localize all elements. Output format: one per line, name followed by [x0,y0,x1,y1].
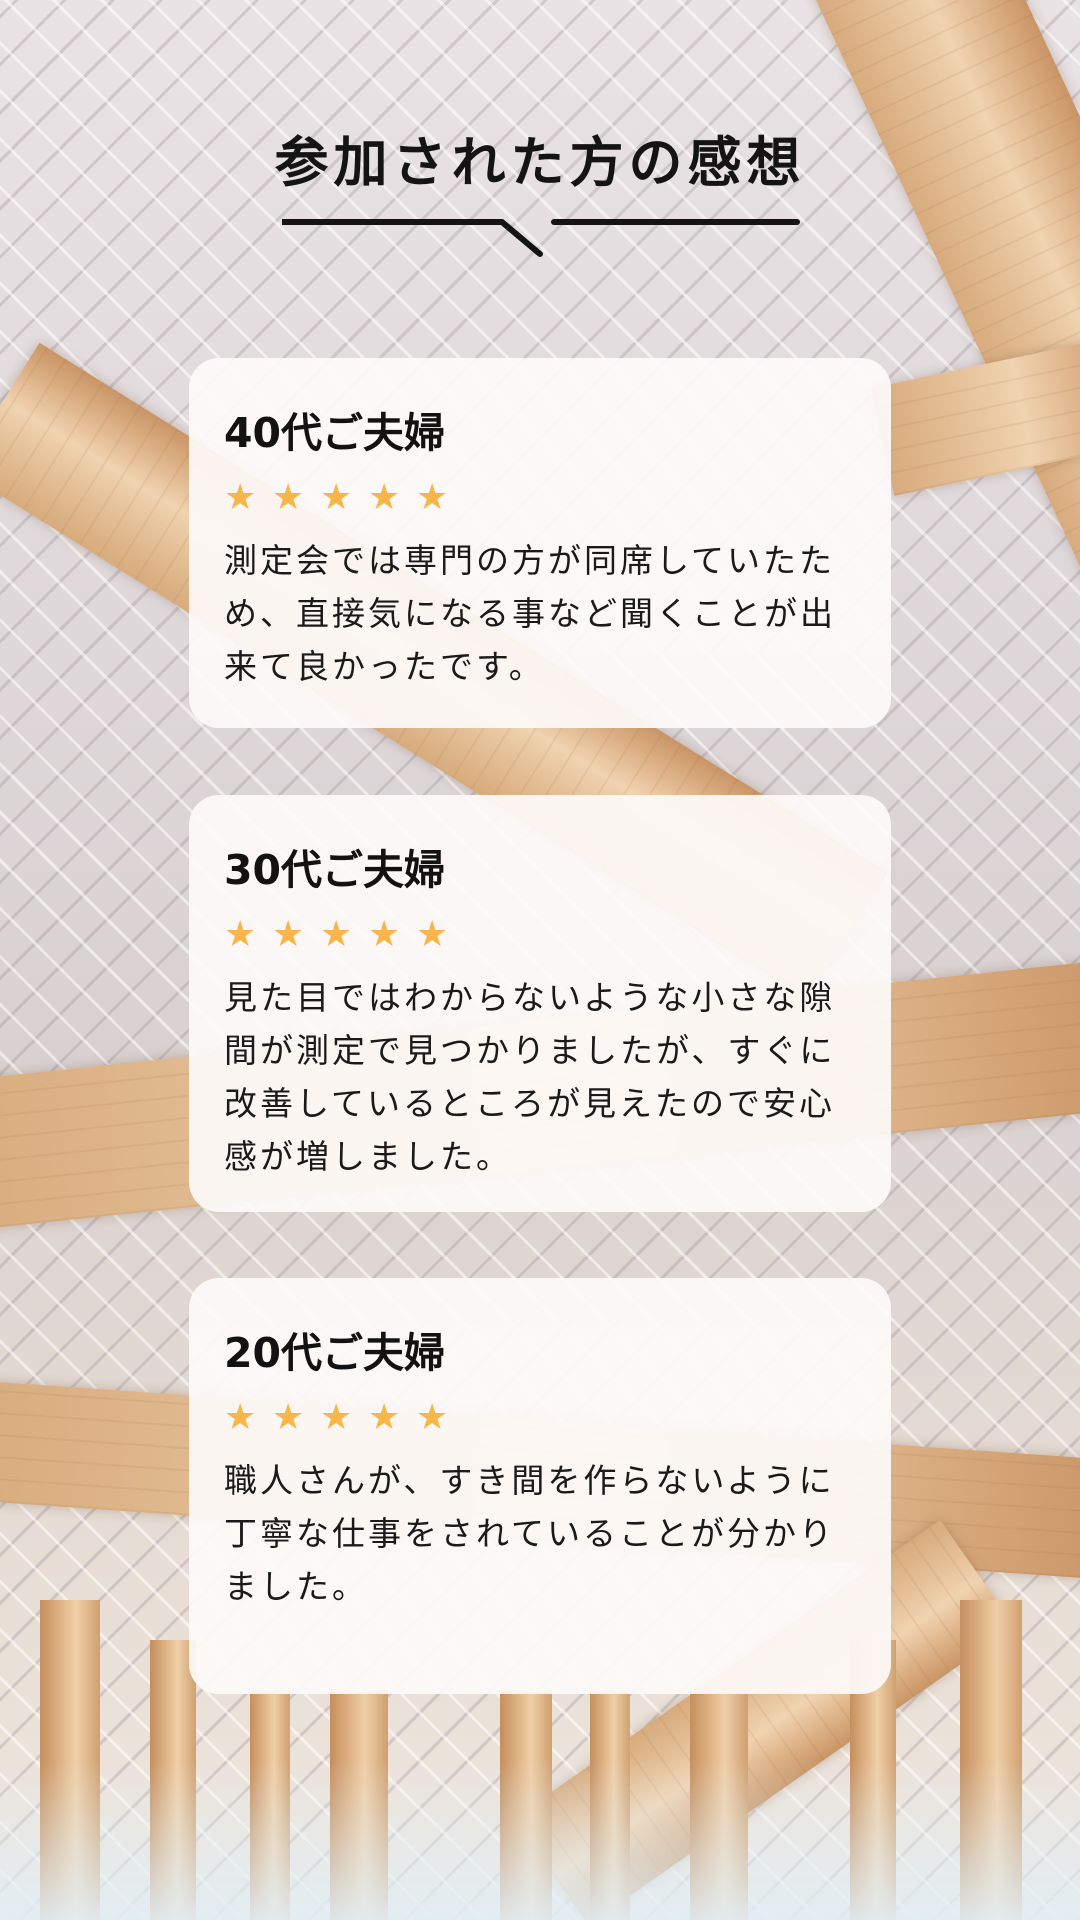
review-comment: 見た目ではわからないような小さな隙間が測定で見つかりましたが、すぐに改善している… [224,978,836,1176]
star-icon: ★ [368,1397,401,1438]
reviewer-label: 30代ご夫婦 [224,846,446,894]
star-icon: ★ [368,477,401,518]
star-icon: ★ [224,477,257,518]
review-card: 40代ご夫婦 ★ ★ ★ ★ ★ 測定会では専門の方が同席していたため、直接気に… [189,358,891,728]
star-icon: ★ [272,1397,305,1438]
star-icon: ★ [224,1397,257,1438]
star-icon: ★ [320,914,353,955]
star-icon: ★ [320,477,353,518]
star-icon: ★ [416,914,449,955]
star-icon: ★ [272,914,305,955]
review-comment: 職人さんが、すき間を作らないように丁寧な仕事をされていることが分かりました。 [224,1461,836,1606]
star-icon: ★ [320,1397,353,1438]
reviewer-label: 20代ご夫婦 [224,1329,446,1377]
star-icon: ★ [416,477,449,518]
star-rating: ★ ★ ★ ★ ★ [224,917,856,953]
reviewer-label: 40代ご夫婦 [224,409,446,457]
speech-tail-underline-icon [282,219,800,257]
review-card: 30代ご夫婦 ★ ★ ★ ★ ★ 見た目ではわからないような小さな隙間が測定で見… [189,795,891,1212]
star-icon: ★ [416,1397,449,1438]
floor-light [0,1760,1080,1920]
review-card: 20代ご夫婦 ★ ★ ★ ★ ★ 職人さんが、すき間を作らないように丁寧な仕事を… [189,1278,891,1694]
star-icon: ★ [272,477,305,518]
star-rating: ★ ★ ★ ★ ★ [224,480,856,516]
review-comment: 測定会では専門の方が同席していたため、直接気になる事など聞くことが出来て良かった… [224,541,836,686]
star-rating: ★ ★ ★ ★ ★ [224,1400,856,1436]
star-icon: ★ [368,914,401,955]
page-title: 参加された方の感想 [274,131,806,194]
star-icon: ★ [224,914,257,955]
